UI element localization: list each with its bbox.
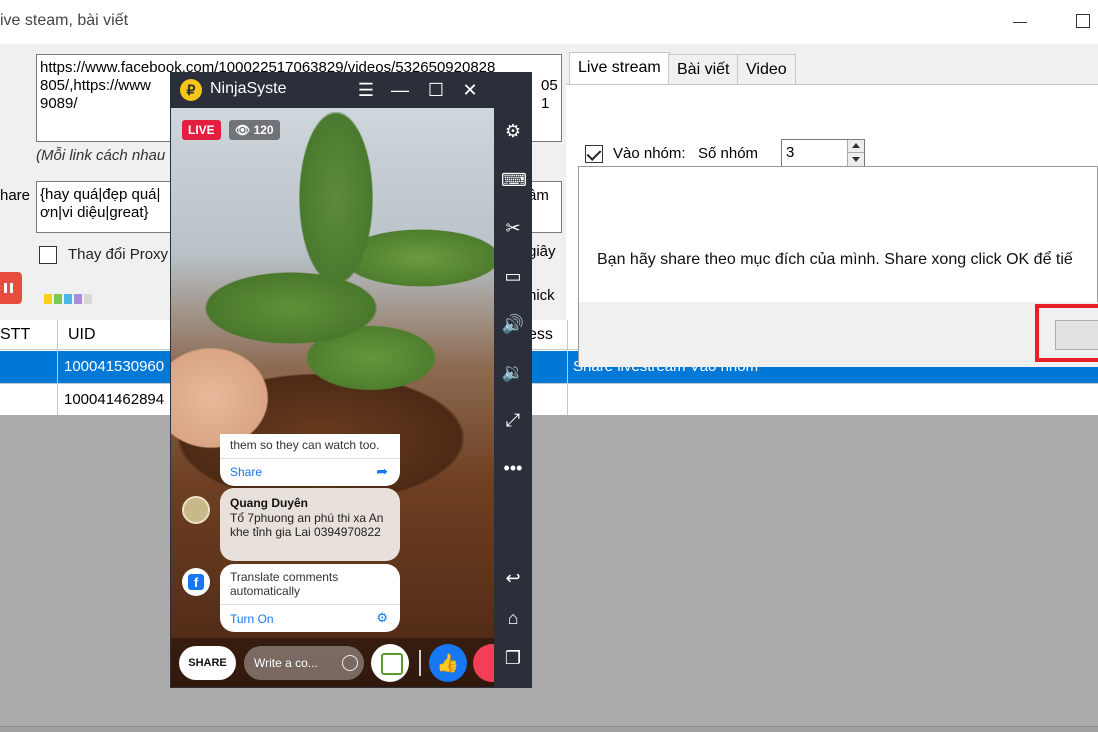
header-stt[interactable]: STT <box>0 326 30 344</box>
table-row[interactable]: 100041462894 <box>0 384 1098 416</box>
title-bar: ive steam, bài viết <box>0 0 1098 44</box>
scissors-icon[interactable]: ✂ <box>501 216 525 240</box>
maximize-button[interactable] <box>1076 14 1090 28</box>
join-group-checkbox[interactable] <box>585 145 603 163</box>
tab-bai-viet[interactable]: Bài viết <box>668 54 739 84</box>
viewer-count: 120 <box>253 123 274 137</box>
back-icon[interactable]: ↩ <box>501 566 525 590</box>
header-uid[interactable]: UID <box>68 326 96 344</box>
group-count-stepper[interactable]: 3 <box>781 139 865 167</box>
window-title: ive steam, bài viết <box>0 12 129 29</box>
proxy-checkbox[interactable] <box>39 246 57 264</box>
share-arrow-icon[interactable]: ➦ <box>376 463 388 480</box>
video-record-icon[interactable]: ▭ <box>501 264 525 288</box>
facebook-icon: f <box>182 568 210 596</box>
emoji-icon[interactable] <box>342 655 358 671</box>
maximize-icon[interactable]: ☐ <box>424 78 448 102</box>
stepper-down-icon[interactable] <box>847 153 864 166</box>
group-count-label: Số nhóm <box>698 145 759 162</box>
recent-apps-icon[interactable]: ❐ <box>501 646 525 670</box>
links-note: (Mỗi link cách nhau <box>36 147 166 164</box>
stepper-up-icon[interactable] <box>847 140 864 153</box>
home-icon[interactable]: ⌂ <box>501 606 525 630</box>
share-label: hare <box>0 187 31 204</box>
turn-on-link[interactable]: Turn On <box>230 612 274 626</box>
progress-segment <box>64 294 72 304</box>
links-line-2-tail: 051 <box>541 77 558 112</box>
comment-input[interactable]: Write a co... <box>244 646 364 680</box>
love-reaction-button[interactable] <box>473 644 494 682</box>
emulator-titlebar: ₽ NinjaSyste ☰ — ☐ ✕ « <box>170 72 532 108</box>
progress-segment <box>84 294 92 304</box>
invite-friends-icon[interactable] <box>371 644 409 682</box>
settings-gear-icon[interactable]: ⚙ <box>501 119 525 143</box>
ok-button[interactable] <box>1055 320 1098 350</box>
like-button[interactable]: 👍 <box>429 644 467 682</box>
live-action-bar: SHARE Write a co... 👍 <box>171 638 494 687</box>
minimize-icon[interactable]: — <box>388 78 412 102</box>
close-icon[interactable]: ✕ <box>458 78 482 102</box>
live-badge: LIVE <box>182 120 221 140</box>
avatar[interactable] <box>182 496 210 524</box>
progress-segment <box>74 294 82 304</box>
comment-bubble: Quang Duyên Tổ 7phuong an phú thi xa An … <box>220 488 400 561</box>
comment-placeholder: Write a co... <box>254 656 318 670</box>
translate-text: Translate comments automatically <box>230 570 339 598</box>
progress-indicator <box>44 294 92 304</box>
status-strip <box>0 726 1098 732</box>
more-options-icon[interactable]: ••• <box>501 456 525 480</box>
dialog-message: Bạn hãy share theo mục đích của mình. Sh… <box>597 251 1073 268</box>
minimize-button[interactable] <box>1010 8 1030 28</box>
seconds-label: giây <box>528 243 556 260</box>
emulator-window: ₽ NinjaSyste ☰ — ☐ ✕ « LIVE 👁 120 them s… <box>170 72 532 688</box>
comment-text: Tổ 7phuong an phú thi xa An khe tỉnh gia… <box>230 511 384 539</box>
hamburger-menu-icon[interactable]: ☰ <box>354 78 378 102</box>
live-video-screen[interactable]: LIVE 👁 120 them so they can watch too. S… <box>171 108 494 687</box>
share-button[interactable]: SHARE <box>179 646 236 680</box>
emulator-sidebar: ⚙ ⌨ ✂ ▭ 🔊 🔉 ⤢ ••• ↩ ⌂ ❐ <box>494 72 532 688</box>
pause-button[interactable] <box>0 272 22 304</box>
row-uid: 100041462894 <box>64 391 165 408</box>
proxy-label: Thay đổi Proxy <box>68 246 169 263</box>
empty-grid-area <box>0 415 1098 732</box>
viewer-count-badge: 👁 120 <box>229 120 280 140</box>
ok-button-highlight <box>1035 304 1098 362</box>
tab-video[interactable]: Video <box>737 54 796 84</box>
share-suggestion-card: them so they can watch too. Share ➦ <box>220 434 400 486</box>
tab-live-stream[interactable]: Live stream <box>569 52 670 85</box>
dialog-footer <box>579 302 1098 367</box>
ninja-logo-icon: ₽ <box>180 79 202 101</box>
row-uid: 100041530960 <box>64 358 165 375</box>
message-dialog: Bạn hãy share theo mục đích của mình. Sh… <box>578 166 1098 367</box>
group-count-value: 3 <box>786 144 795 161</box>
translate-globe-icon: ⚙ <box>376 610 388 625</box>
join-group-label: Vào nhóm: <box>613 145 686 162</box>
comment-author[interactable]: Quang Duyên <box>230 496 308 510</box>
fullscreen-icon[interactable]: ⤢ <box>501 408 525 432</box>
volume-down-icon[interactable]: 🔉 <box>501 360 525 384</box>
share-card-text: them so they can watch too. <box>230 438 380 452</box>
keyboard-icon[interactable]: ⌨ <box>501 168 527 192</box>
emulator-title: NinjaSyste <box>210 80 287 97</box>
translate-card: Translate comments automatically Turn On… <box>220 564 400 632</box>
volume-up-icon[interactable]: 🔊 <box>501 312 525 336</box>
progress-segment <box>44 294 52 304</box>
progress-segment <box>54 294 62 304</box>
eye-icon: 👁 <box>235 123 251 137</box>
share-link[interactable]: Share <box>230 465 262 479</box>
nick-label: nick <box>528 287 555 304</box>
